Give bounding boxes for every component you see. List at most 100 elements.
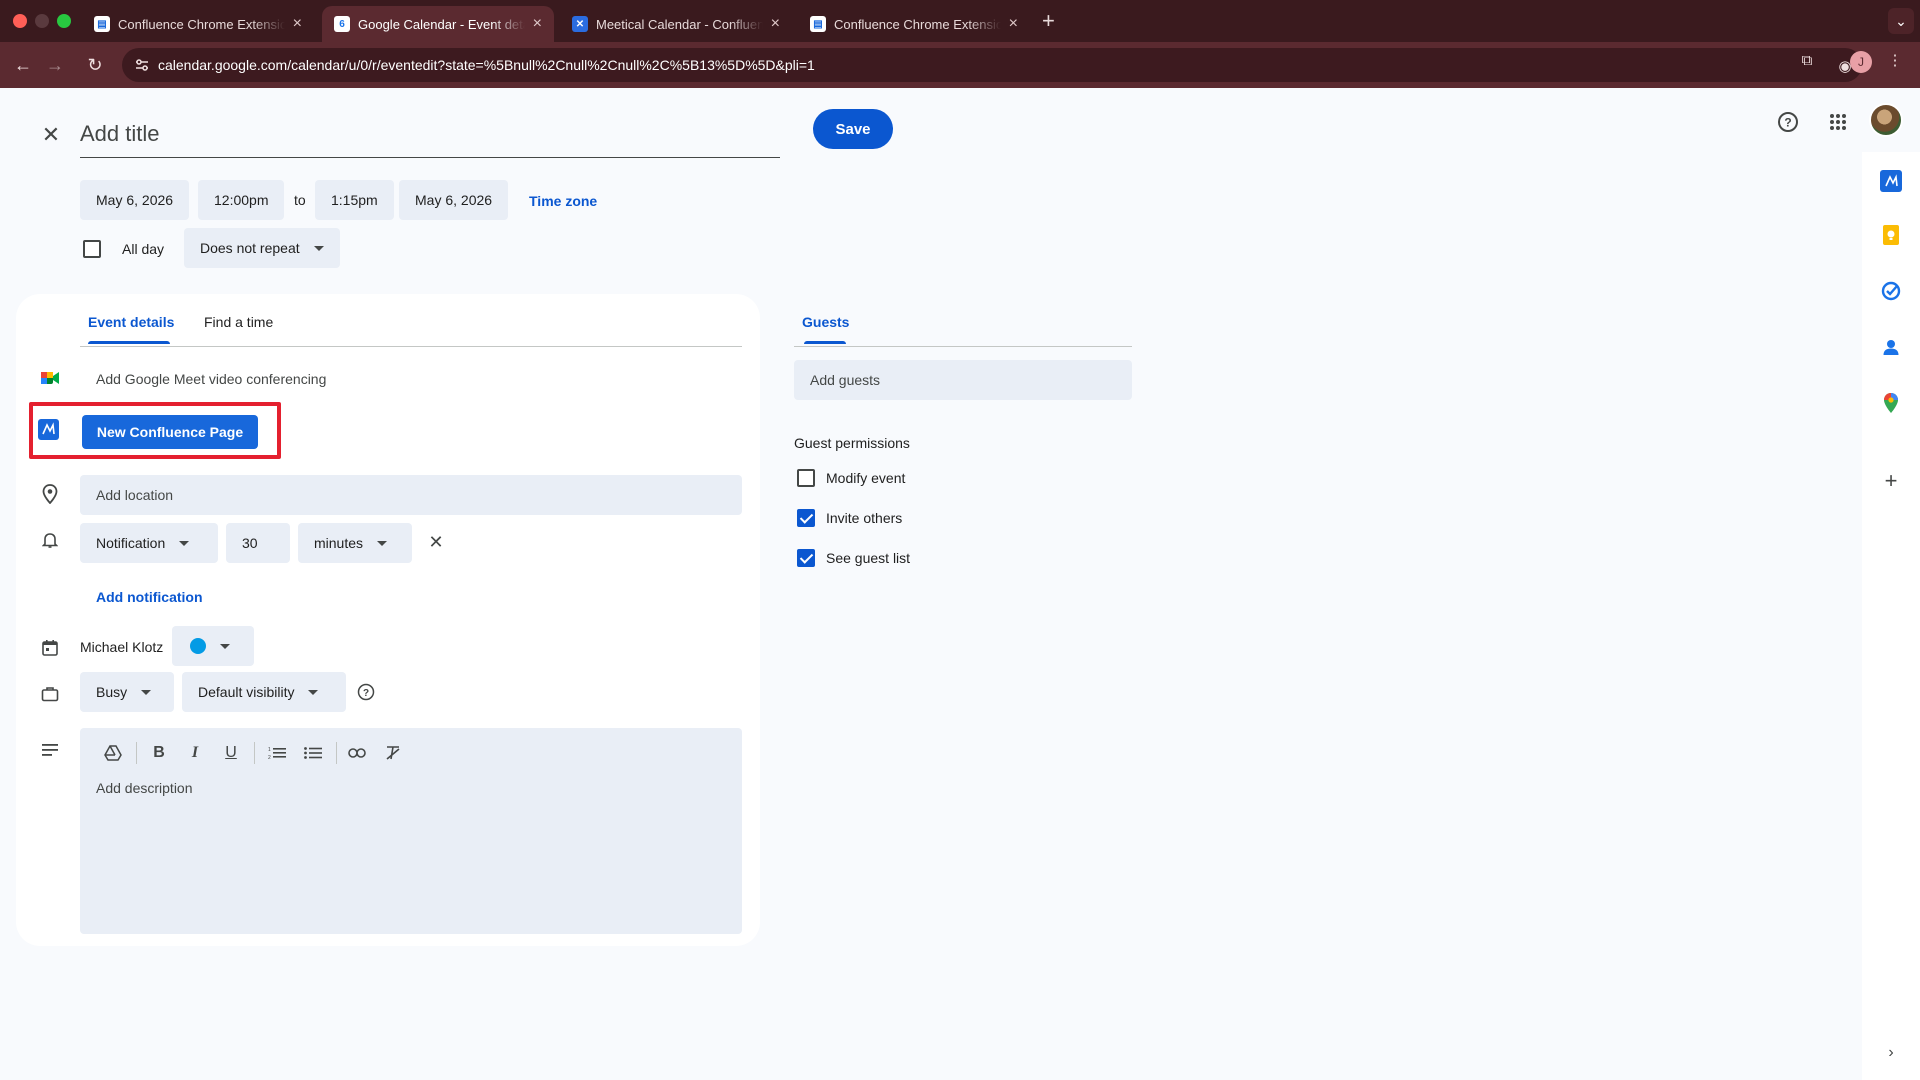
tab-title: Confluence Chrome Extension: [118, 16, 285, 32]
repeat-dropdown[interactable]: Does not repeat: [184, 228, 340, 268]
tab-guests[interactable]: Guests: [802, 314, 849, 330]
italic-icon[interactable]: I: [182, 740, 208, 766]
confluence-page-icon: ▤: [94, 16, 110, 32]
underline-icon[interactable]: U: [218, 740, 244, 766]
close-icon[interactable]: ✕: [38, 122, 64, 148]
event-color-dropdown[interactable]: [172, 626, 254, 666]
add-guests-input[interactable]: [794, 360, 1132, 400]
tasks-icon[interactable]: [1880, 280, 1902, 302]
add-google-meet-button[interactable]: Add Google Meet video conferencing: [96, 371, 326, 387]
event-color-swatch: [190, 638, 206, 654]
expand-panel-chevron-icon[interactable]: ›: [1880, 1042, 1902, 1064]
visibility-text: Default visibility: [198, 684, 295, 700]
bulleted-list-icon[interactable]: [300, 740, 326, 766]
browser-tab-4[interactable]: ▤ Confluence Chrome Extension ×: [798, 6, 1030, 42]
location-input[interactable]: [80, 475, 742, 515]
see-guest-list-checkbox[interactable]: [797, 549, 815, 567]
start-time-text: 12:00pm: [214, 192, 269, 208]
notification-unit-dropdown[interactable]: minutes: [298, 523, 412, 563]
browser-menu-icon[interactable]: ⋮: [1885, 50, 1905, 70]
confluence-addon-icon[interactable]: [1880, 170, 1902, 192]
end-date-field[interactable]: May 6, 2026: [399, 180, 509, 220]
svg-text:2: 2: [268, 755, 271, 760]
google-apps-icon[interactable]: [1824, 108, 1852, 136]
description-lines-icon: [38, 738, 62, 762]
contacts-icon[interactable]: [1880, 336, 1902, 358]
modify-event-checkbox[interactable]: [797, 469, 815, 487]
close-tab-icon[interactable]: ×: [771, 15, 780, 33]
visibility-help-icon[interactable]: ?: [354, 680, 378, 704]
extensions-icon[interactable]: ⧉: [1797, 50, 1817, 70]
link-icon[interactable]: [344, 740, 370, 766]
guests-tab-indicator: [804, 341, 846, 344]
browser-tab-1[interactable]: ▤ Confluence Chrome Extension ×: [82, 6, 314, 42]
add-notification-button[interactable]: Add notification: [96, 589, 203, 605]
active-tab-indicator: [88, 341, 170, 344]
notification-type-text: Notification: [96, 535, 166, 551]
invite-others-checkbox[interactable]: [797, 509, 815, 527]
browser-tab-2[interactable]: 6 Google Calendar - Event details ×: [322, 6, 554, 42]
all-day-checkbox[interactable]: [83, 240, 101, 258]
forward-arrow-icon[interactable]: →: [42, 52, 68, 78]
add-addon-icon[interactable]: +: [1880, 468, 1902, 493]
dropdown-arrow-icon: [308, 689, 319, 695]
description-editor: B I U 12: [80, 728, 742, 934]
availability-text: Busy: [96, 684, 128, 700]
start-time-field[interactable]: 12:00pm: [198, 180, 285, 220]
remove-notification-icon[interactable]: ✕: [424, 530, 448, 554]
guests-divider: [794, 346, 1132, 347]
maps-icon[interactable]: [1880, 392, 1902, 414]
calendar-icon: [38, 636, 62, 660]
availability-dropdown[interactable]: Busy: [80, 672, 174, 712]
address-bar[interactable]: calendar.google.com/calendar/u/0/r/event…: [122, 48, 1862, 82]
visibility-dropdown[interactable]: Default visibility: [182, 672, 346, 712]
start-date-text: May 6, 2026: [96, 192, 174, 208]
back-arrow-icon[interactable]: ←: [10, 52, 36, 78]
help-icon[interactable]: ?: [1774, 108, 1802, 136]
close-tab-icon[interactable]: ×: [533, 15, 542, 33]
confluence-page-icon: ▤: [810, 16, 826, 32]
close-tab-icon[interactable]: ×: [293, 15, 302, 33]
tab-find-a-time[interactable]: Find a time: [204, 314, 273, 330]
dropdown-arrow-icon: [179, 540, 190, 546]
briefcase-icon: [38, 682, 62, 706]
tab-divider: [80, 346, 742, 347]
reload-icon[interactable]: ↻: [82, 52, 108, 78]
minimize-window-button[interactable]: [35, 14, 49, 28]
numbered-list-icon[interactable]: 12: [264, 740, 290, 766]
tab-search-button[interactable]: ⌄: [1888, 8, 1914, 34]
bold-icon[interactable]: B: [146, 740, 172, 766]
browser-tab-3[interactable]: ✕ Meetical Calendar - Confluence ×: [560, 6, 792, 42]
google-drive-icon[interactable]: [100, 740, 126, 766]
svg-text:1: 1: [268, 747, 271, 753]
notification-amount-input[interactable]: [226, 523, 290, 563]
event-title-input[interactable]: [80, 110, 780, 158]
site-info-icon[interactable]: [134, 57, 150, 73]
guest-permissions-title: Guest permissions: [794, 435, 910, 451]
account-avatar[interactable]: [1869, 103, 1903, 137]
dropdown-arrow-icon: [313, 245, 324, 251]
time-zone-button[interactable]: Time zone: [529, 193, 597, 209]
bell-icon: [38, 528, 62, 552]
clear-formatting-icon[interactable]: [380, 740, 406, 766]
close-window-button[interactable]: [13, 14, 27, 28]
end-time-field[interactable]: 1:15pm: [315, 180, 394, 220]
tab-title: Confluence Chrome Extension: [834, 16, 1001, 32]
profile-avatar-icon[interactable]: J: [1850, 51, 1872, 73]
description-textarea[interactable]: [96, 780, 726, 920]
notification-type-dropdown[interactable]: Notification: [80, 523, 218, 563]
location-pin-icon: [38, 482, 62, 506]
new-confluence-page-button[interactable]: New Confluence Page: [82, 415, 258, 449]
modify-event-label: Modify event: [826, 470, 906, 486]
tab-event-details[interactable]: Event details: [88, 314, 174, 330]
dropdown-arrow-icon: [141, 689, 152, 695]
zoom-window-button[interactable]: [57, 14, 71, 28]
keep-icon[interactable]: [1880, 224, 1902, 246]
start-date-field[interactable]: May 6, 2026: [80, 180, 190, 220]
new-tab-button[interactable]: +: [1042, 8, 1055, 34]
close-tab-icon[interactable]: ×: [1009, 15, 1018, 33]
url-text: calendar.google.com/calendar/u/0/r/event…: [158, 57, 815, 73]
meetical-icon: ✕: [572, 16, 588, 32]
save-button[interactable]: Save: [813, 109, 893, 149]
toolbar-divider: [136, 742, 137, 764]
